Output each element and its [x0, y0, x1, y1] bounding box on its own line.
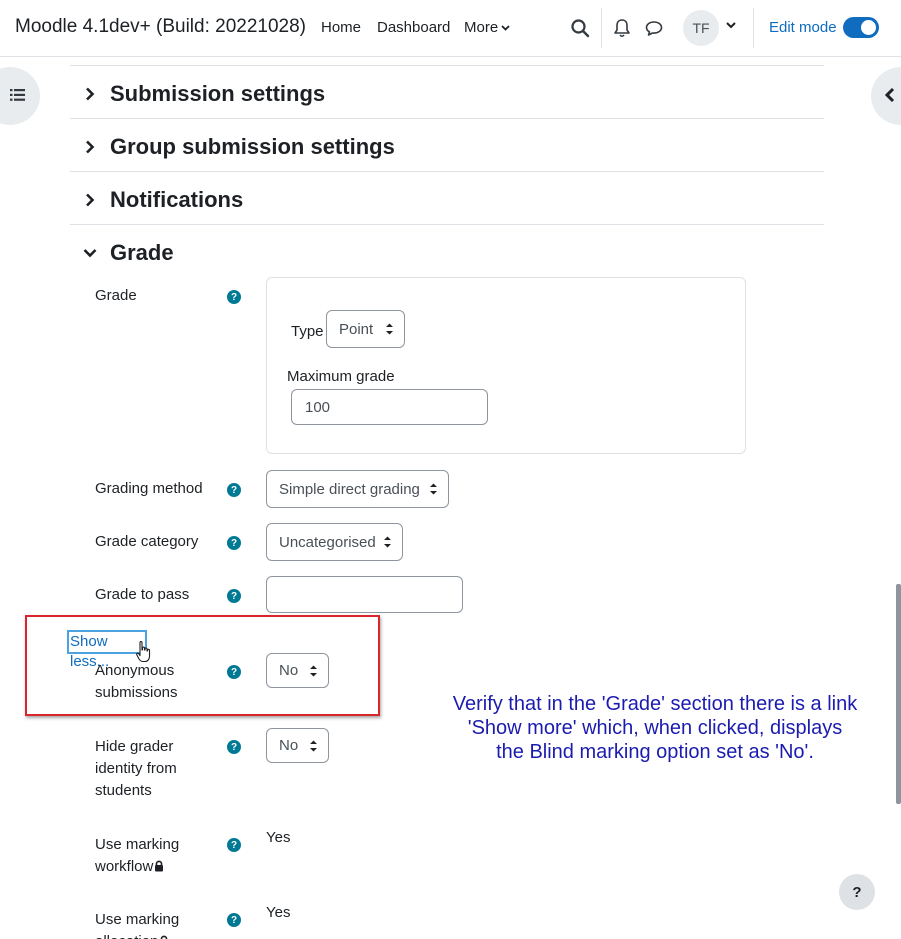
section-title: Grade: [110, 240, 174, 265]
help-icon[interactable]: ?: [227, 665, 241, 679]
chevron-right-icon: [86, 193, 95, 207]
hide-grader-select[interactable]: No: [266, 728, 329, 763]
edit-mode-toggle[interactable]: [843, 17, 879, 38]
label-line: Anonymous: [95, 662, 175, 679]
grade-category-select[interactable]: Uncategorised: [266, 523, 403, 561]
grade-category-label: Grade category: [95, 533, 199, 550]
annotation-line: Verify that in the 'Grade' section there…: [452, 693, 858, 715]
help-icon[interactable]: ?: [227, 740, 241, 754]
sort-arrows-icon: [310, 665, 317, 677]
hide-grader-label: Hide grader identity from students: [95, 736, 177, 802]
annotation-line: the Blind marking option set as 'No'.: [496, 741, 814, 763]
select-value: Point: [339, 320, 374, 338]
edit-mode-label[interactable]: Edit mode: [769, 19, 837, 36]
label-line: Use marking: [95, 911, 180, 928]
chevron-down-icon: [83, 249, 97, 258]
help-icon[interactable]: ?: [227, 290, 241, 304]
chevron-right-icon: [86, 87, 95, 101]
marking-allocation-value: Yes: [266, 904, 291, 921]
section-submission-settings[interactable]: Submission settings: [70, 74, 824, 114]
navbar-divider: [601, 8, 602, 48]
section-divider: [70, 118, 824, 119]
grading-method-select[interactable]: Simple direct grading: [266, 470, 449, 508]
help-icon[interactable]: ?: [227, 589, 241, 603]
section-title: Submission settings: [110, 81, 326, 106]
label-line: identity from: [95, 760, 177, 777]
grade-fieldset: [266, 277, 746, 454]
chevron-down-icon[interactable]: [726, 22, 736, 29]
section-notifications[interactable]: Notifications: [70, 180, 824, 220]
list-icon: [10, 89, 25, 101]
section-grade[interactable]: Grade: [70, 233, 824, 273]
sort-arrows-icon: [310, 740, 317, 752]
navbar-divider: [753, 8, 754, 48]
label-line: workflow: [95, 858, 154, 875]
grade-type-label: Type: [291, 323, 324, 340]
sort-arrows-icon: [430, 483, 437, 495]
label-line: Hide grader: [95, 738, 174, 755]
lock-icon: [155, 860, 164, 872]
section-title: Notifications: [110, 187, 244, 212]
label-line: Use marking: [95, 836, 180, 853]
search-icon[interactable]: [569, 17, 591, 39]
label-line: students: [95, 782, 152, 799]
avatar-initials: TF: [692, 20, 710, 36]
chevron-right-icon: [86, 140, 95, 154]
help-icon[interactable]: ?: [227, 483, 241, 497]
help-icon[interactable]: ?: [227, 838, 241, 852]
nav-dashboard[interactable]: Dashboard: [377, 19, 450, 36]
select-value: No: [279, 737, 299, 754]
section-title: Group submission settings: [110, 134, 395, 159]
label-line: allocation: [95, 933, 158, 939]
block-drawer-toggle[interactable]: [871, 67, 901, 125]
grade-to-pass-label: Grade to pass: [95, 586, 190, 603]
label-line: submissions: [95, 684, 178, 701]
marking-workflow-value: Yes: [266, 829, 291, 846]
section-divider: [70, 65, 824, 66]
section-divider: [70, 171, 824, 172]
select-value: No: [279, 662, 299, 679]
nav-home[interactable]: Home: [321, 19, 361, 36]
annotation-line: 'Show more' which, when clicked, display…: [467, 717, 843, 739]
grading-method-label: Grading method: [95, 480, 203, 497]
nav-more-label: More: [464, 19, 499, 36]
anonymous-submissions-select[interactable]: No: [266, 653, 329, 688]
max-grade-label: Maximum grade: [287, 368, 395, 385]
sort-arrows-icon: [384, 536, 391, 548]
select-value: Simple direct grading: [279, 480, 420, 498]
help-icon[interactable]: ?: [227, 913, 241, 927]
grade-type-select[interactable]: Point: [326, 310, 405, 348]
grade-to-pass-input[interactable]: [266, 576, 463, 613]
max-grade-input[interactable]: 100: [291, 389, 488, 425]
bell-icon[interactable]: [611, 17, 633, 39]
sort-arrows-icon: [386, 323, 393, 335]
grade-label: Grade: [95, 287, 137, 304]
help-fab-button[interactable]: ?: [839, 874, 875, 910]
chevron-down-icon: [501, 25, 510, 31]
site-brand[interactable]: Moodle 4.1dev+ (Build: 20221028): [15, 16, 306, 38]
navbar: Moodle 4.1dev+ (Build: 20221028) Home Da…: [0, 0, 901, 57]
user-avatar[interactable]: TF: [683, 10, 719, 46]
marking-workflow-label: Use marking workflow: [95, 834, 179, 878]
marking-allocation-label: Use marking allocation: [95, 909, 179, 939]
course-index-toggle[interactable]: [0, 67, 40, 125]
section-divider: [70, 224, 824, 225]
chevron-left-icon: [884, 87, 895, 103]
section-group-submission-settings[interactable]: Group submission settings: [70, 127, 824, 167]
annotation-note: Verify that in the 'Grade' section there…: [420, 692, 890, 764]
chat-icon[interactable]: [643, 17, 665, 39]
nav-more[interactable]: More: [464, 19, 510, 36]
select-value: Uncategorised: [279, 533, 376, 551]
help-icon[interactable]: ?: [227, 536, 241, 550]
lock-icon: [161, 935, 168, 939]
anonymous-submissions-label: Anonymous submissions: [95, 660, 178, 704]
page-scrollbar[interactable]: [896, 584, 901, 804]
